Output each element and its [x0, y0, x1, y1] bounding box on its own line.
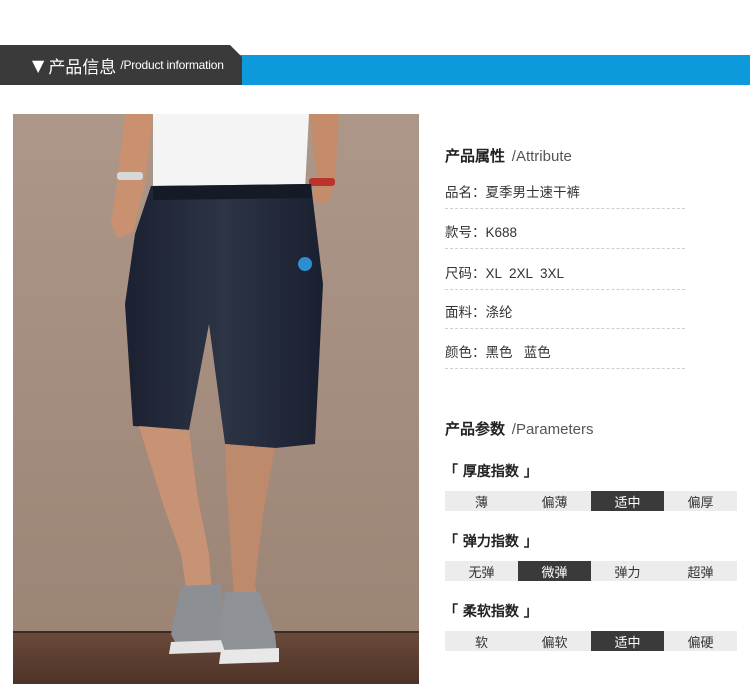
attribute-title-en: /Attribute	[511, 148, 572, 165]
thickness-index-scale: 薄 偏薄 适中 偏厚	[445, 491, 737, 511]
section-header-subtitle: /Product information	[120, 58, 224, 72]
attribute-label: 颜色：	[445, 345, 486, 361]
scale-option: 微弹	[518, 561, 591, 581]
attribute-label: 面料：	[445, 305, 486, 321]
attribute-row-size: 尺码：XL 2XL 3XL	[445, 262, 685, 290]
scale-option: 偏软	[541, 635, 568, 651]
scale-option: 超弹	[687, 565, 714, 581]
attribute-label: 款号：	[445, 225, 486, 241]
parameters-title-en: /Parameters	[511, 421, 594, 438]
elasticity-index-scale: 无弹 微弹 弹力 超弹	[445, 561, 737, 581]
thickness-index-title: 「 厚度指数 」	[444, 464, 538, 480]
scale-option: 偏厚	[687, 495, 714, 511]
scale-option: 弹力	[614, 565, 641, 581]
softness-index-scale: 软 偏软 适中 偏硬	[445, 631, 737, 651]
parameters-title-zh: 产品参数	[445, 420, 506, 438]
triangle-down-icon: ▼	[32, 55, 45, 75]
scale-option: 薄	[474, 495, 488, 511]
attribute-value: K688	[485, 225, 518, 240]
attribute-section-title: 产品属性 /Attribute	[445, 145, 572, 166]
parameters-section-title: 产品参数 /Parameters	[445, 418, 594, 439]
attribute-row-name: 品名：夏季男士速干裤	[445, 181, 685, 209]
scale-option: 偏硬	[687, 635, 714, 651]
attribute-label: 品名：	[445, 185, 486, 201]
attribute-row-color: 颜色：黑色 蓝色	[445, 341, 685, 369]
attribute-label: 尺码：	[445, 266, 486, 282]
attribute-value: 黑色 蓝色	[485, 345, 551, 360]
scale-option: 适中	[591, 491, 664, 511]
softness-index-title: 「 柔软指数 」	[444, 604, 538, 620]
attribute-value: 夏季男士速干裤	[485, 185, 581, 200]
section-header: ▼ 产品信息 /Product information	[0, 45, 242, 85]
attribute-value: XL 2XL 3XL	[485, 266, 565, 281]
scale-option: 偏薄	[541, 495, 568, 511]
header-accent-bar	[240, 55, 750, 85]
attribute-row-model: 款号：K688	[445, 221, 685, 249]
section-header-title: 产品信息	[48, 57, 117, 78]
attribute-value: 涤纶	[485, 305, 513, 320]
scale-option: 软	[474, 635, 488, 651]
elasticity-index-title: 「 弹力指数 」	[444, 534, 538, 550]
product-photo-illustration	[13, 114, 419, 684]
scale-option: 无弹	[468, 565, 495, 581]
scale-option: 适中	[591, 631, 664, 651]
product-photo	[13, 114, 419, 684]
attribute-row-fabric: 面料：涤纶	[445, 301, 685, 329]
attribute-title-zh: 产品属性	[445, 147, 506, 165]
